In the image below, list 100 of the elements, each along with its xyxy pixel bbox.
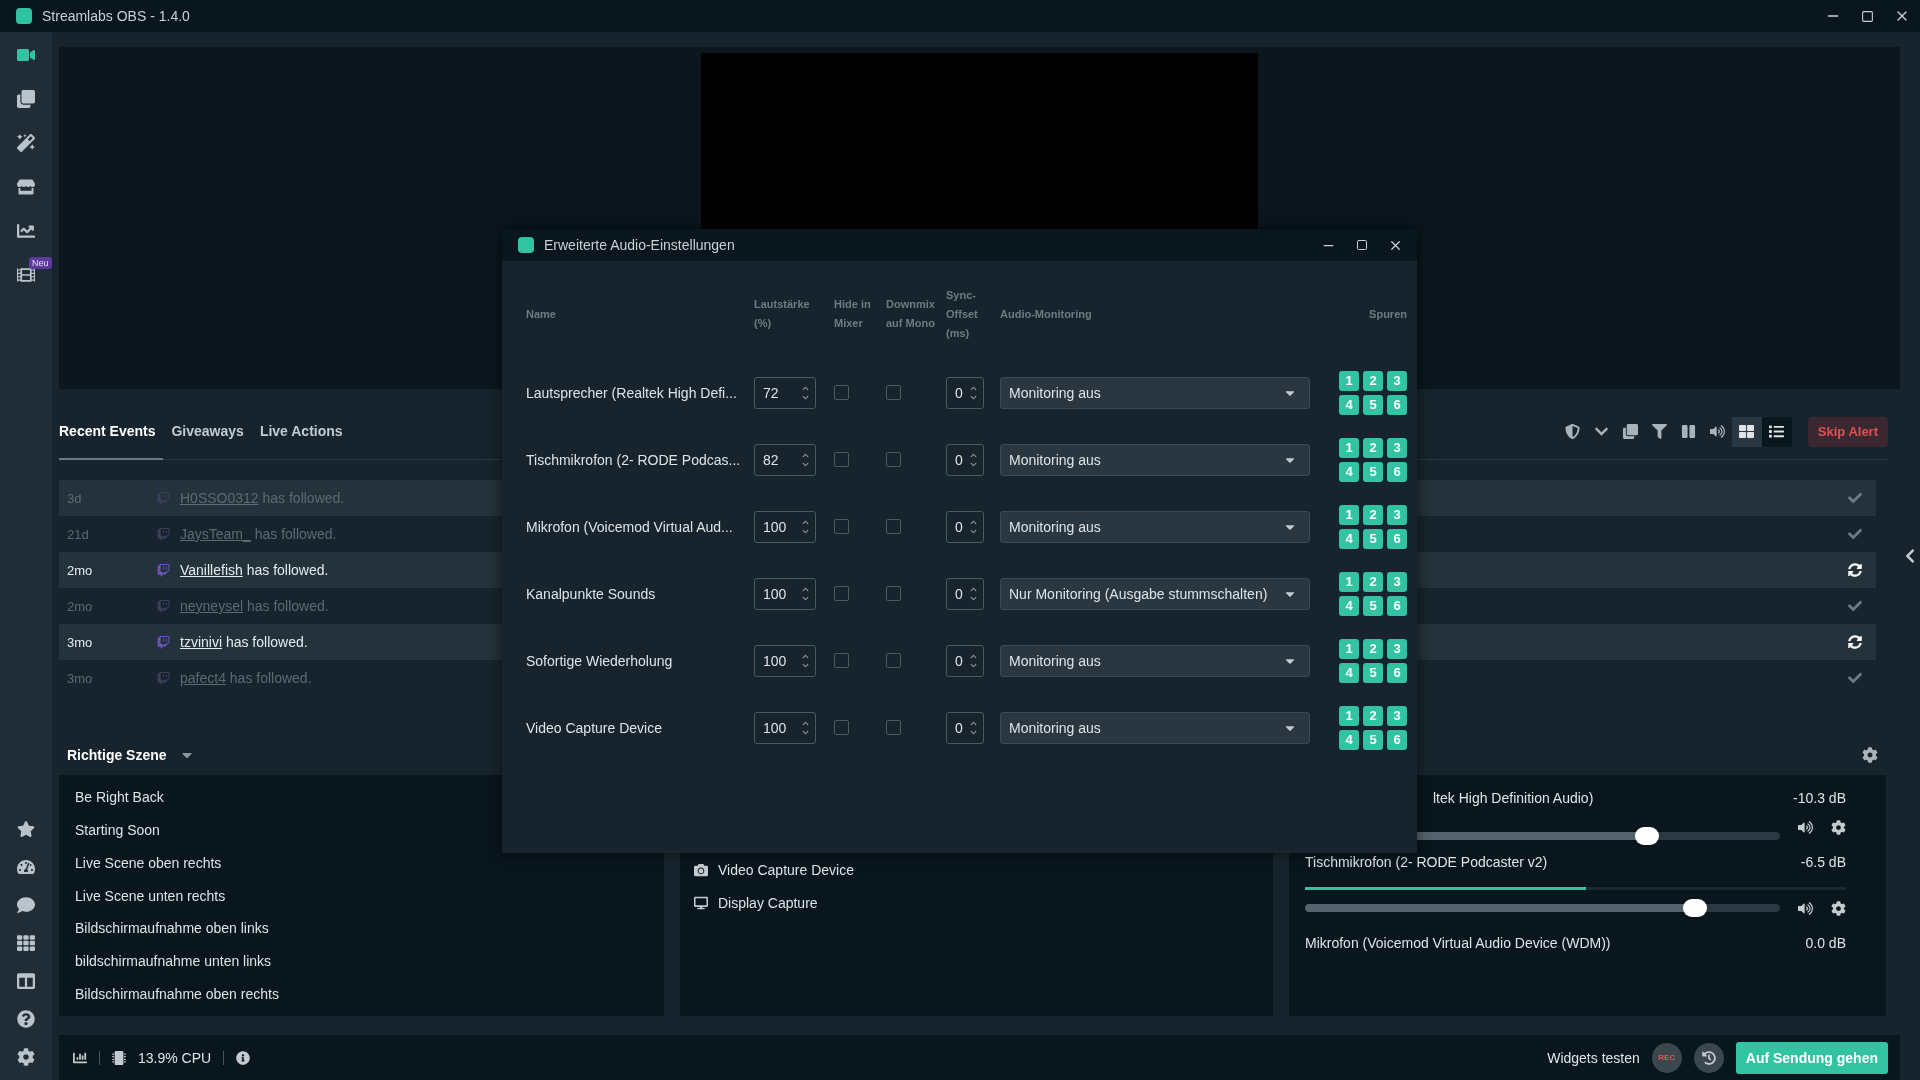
settings-icon[interactable] bbox=[1831, 819, 1846, 835]
camera-nav-button[interactable] bbox=[17, 46, 35, 64]
settings-icon[interactable] bbox=[1862, 747, 1878, 763]
track-toggle[interactable]: 1 bbox=[1339, 437, 1359, 458]
replay-icon[interactable] bbox=[1848, 563, 1862, 577]
track-toggle[interactable]: 2 bbox=[1363, 571, 1383, 592]
help-nav-button[interactable] bbox=[17, 1010, 35, 1028]
track-toggle[interactable]: 4 bbox=[1339, 394, 1359, 415]
chevron-down-icon[interactable] bbox=[970, 393, 977, 401]
track-toggle[interactable]: 2 bbox=[1363, 705, 1383, 726]
scene-item[interactable]: Live Scene oben rechts bbox=[59, 846, 664, 880]
chevron-up-icon[interactable] bbox=[802, 384, 809, 392]
track-toggle[interactable]: 5 bbox=[1363, 394, 1383, 415]
volume-slider[interactable] bbox=[1305, 899, 1780, 917]
user-link[interactable]: pafect4 bbox=[180, 670, 226, 686]
track-toggle[interactable]: 3 bbox=[1387, 437, 1407, 458]
hide-checkbox[interactable] bbox=[834, 720, 849, 735]
slider-thumb[interactable] bbox=[1682, 899, 1707, 917]
volume-input[interactable]: 82 bbox=[754, 443, 816, 476]
scene-item[interactable]: bildschirmaufnahme unten links bbox=[59, 944, 664, 978]
track-toggle[interactable]: 6 bbox=[1387, 595, 1407, 616]
replay-button[interactable] bbox=[1693, 1042, 1724, 1073]
monitoring-select[interactable]: Monitoring aus bbox=[1000, 376, 1310, 409]
check-icon[interactable] bbox=[1848, 527, 1862, 541]
chevron-up-icon[interactable] bbox=[970, 384, 977, 392]
test-widgets-link[interactable]: Widgets testen bbox=[1547, 1049, 1640, 1066]
chevron-up-icon[interactable] bbox=[802, 719, 809, 727]
columns-nav-button[interactable] bbox=[17, 972, 35, 990]
track-toggle[interactable]: 4 bbox=[1339, 662, 1359, 683]
gauge-nav-button[interactable] bbox=[17, 858, 35, 876]
film-nav-button[interactable] bbox=[17, 266, 35, 284]
chevron-up-icon[interactable] bbox=[802, 652, 809, 660]
sync-offset-input[interactable]: 0 bbox=[946, 577, 984, 610]
layers-nav-button[interactable] bbox=[17, 90, 35, 108]
downmix-checkbox[interactable] bbox=[886, 653, 901, 668]
stats-icon[interactable] bbox=[73, 1050, 87, 1065]
track-toggle[interactable]: 3 bbox=[1387, 705, 1407, 726]
track-toggle[interactable]: 1 bbox=[1339, 504, 1359, 525]
user-link[interactable]: H0SSO0312 bbox=[180, 490, 259, 506]
source-item[interactable]: Display Capture bbox=[718, 894, 818, 911]
track-toggle[interactable]: 5 bbox=[1363, 461, 1383, 482]
settings-icon[interactable] bbox=[1831, 900, 1846, 916]
check-icon[interactable] bbox=[1848, 671, 1862, 685]
track-toggle[interactable]: 5 bbox=[1363, 729, 1383, 750]
hide-checkbox[interactable] bbox=[834, 385, 849, 400]
track-toggle[interactable]: 6 bbox=[1387, 729, 1407, 750]
chevron-down-icon[interactable] bbox=[802, 393, 809, 401]
sync-offset-input[interactable]: 0 bbox=[946, 644, 984, 677]
track-toggle[interactable]: 5 bbox=[1363, 528, 1383, 549]
monitoring-select[interactable]: Monitoring aus bbox=[1000, 711, 1310, 744]
scene-item[interactable]: Live Scene unten rechts bbox=[59, 879, 664, 912]
downmix-checkbox[interactable] bbox=[886, 586, 901, 601]
maximize-icon[interactable] bbox=[1861, 9, 1874, 23]
sync-offset-input[interactable]: 0 bbox=[946, 510, 984, 543]
chevron-up-icon[interactable] bbox=[802, 585, 809, 593]
events-tab[interactable]: Recent Events bbox=[59, 403, 164, 460]
chevron-down-icon[interactable] bbox=[802, 728, 809, 736]
slider-thumb[interactable] bbox=[1635, 827, 1659, 845]
track-toggle[interactable]: 1 bbox=[1339, 571, 1359, 592]
view-toggle[interactable] bbox=[1761, 416, 1792, 447]
hide-checkbox[interactable] bbox=[834, 586, 849, 601]
check-icon[interactable] bbox=[1848, 491, 1862, 505]
replay-icon[interactable] bbox=[1848, 635, 1862, 649]
hide-checkbox[interactable] bbox=[834, 653, 849, 668]
track-toggle[interactable]: 4 bbox=[1339, 595, 1359, 616]
chevron-up-icon[interactable] bbox=[802, 518, 809, 526]
source-item[interactable]: Video Capture Device bbox=[718, 861, 854, 878]
grid-nav-button[interactable] bbox=[17, 934, 35, 952]
track-toggle[interactable]: 3 bbox=[1387, 504, 1407, 525]
skip-alert-button[interactable]: Skip Alert bbox=[1807, 416, 1888, 447]
monitoring-select[interactable]: Monitoring aus bbox=[1000, 644, 1310, 677]
track-toggle[interactable]: 1 bbox=[1339, 638, 1359, 659]
track-toggle[interactable]: 3 bbox=[1387, 370, 1407, 391]
chevron-down-icon[interactable] bbox=[802, 661, 809, 669]
record-button[interactable]: REC bbox=[1651, 1042, 1682, 1073]
scene-item[interactable]: Bildschirmaufnahme oben links bbox=[59, 911, 664, 945]
volume-input[interactable]: 72 bbox=[754, 376, 816, 409]
user-link[interactable]: neyneysel bbox=[180, 598, 244, 614]
chevron-down-icon[interactable] bbox=[802, 460, 809, 468]
chevron-down-icon[interactable] bbox=[802, 527, 809, 535]
track-toggle[interactable]: 2 bbox=[1363, 638, 1383, 659]
chevron-up-icon[interactable] bbox=[970, 451, 977, 459]
chevron-up-icon[interactable] bbox=[802, 451, 809, 459]
track-toggle[interactable]: 3 bbox=[1387, 638, 1407, 659]
track-toggle[interactable]: 2 bbox=[1363, 370, 1383, 391]
chevron-down-icon[interactable] bbox=[970, 661, 977, 669]
chevron-down-icon[interactable] bbox=[970, 527, 977, 535]
downmix-checkbox[interactable] bbox=[886, 720, 901, 735]
track-toggle[interactable]: 4 bbox=[1339, 729, 1359, 750]
go-live-button[interactable]: Auf Sendung gehen bbox=[1735, 1041, 1888, 1074]
track-toggle[interactable]: 2 bbox=[1363, 504, 1383, 525]
track-toggle[interactable]: 4 bbox=[1339, 461, 1359, 482]
events-tab[interactable]: Live Actions bbox=[259, 403, 351, 460]
track-toggle[interactable]: 1 bbox=[1339, 705, 1359, 726]
sync-offset-input[interactable]: 0 bbox=[946, 376, 984, 409]
scene-item[interactable]: Bildschirmaufnahme oben rechts bbox=[59, 977, 664, 1011]
star-nav-button[interactable] bbox=[17, 820, 35, 838]
volume-input[interactable]: 100 bbox=[754, 711, 816, 744]
volume-icon[interactable] bbox=[1798, 900, 1813, 916]
chevron-down-icon[interactable] bbox=[970, 594, 977, 602]
